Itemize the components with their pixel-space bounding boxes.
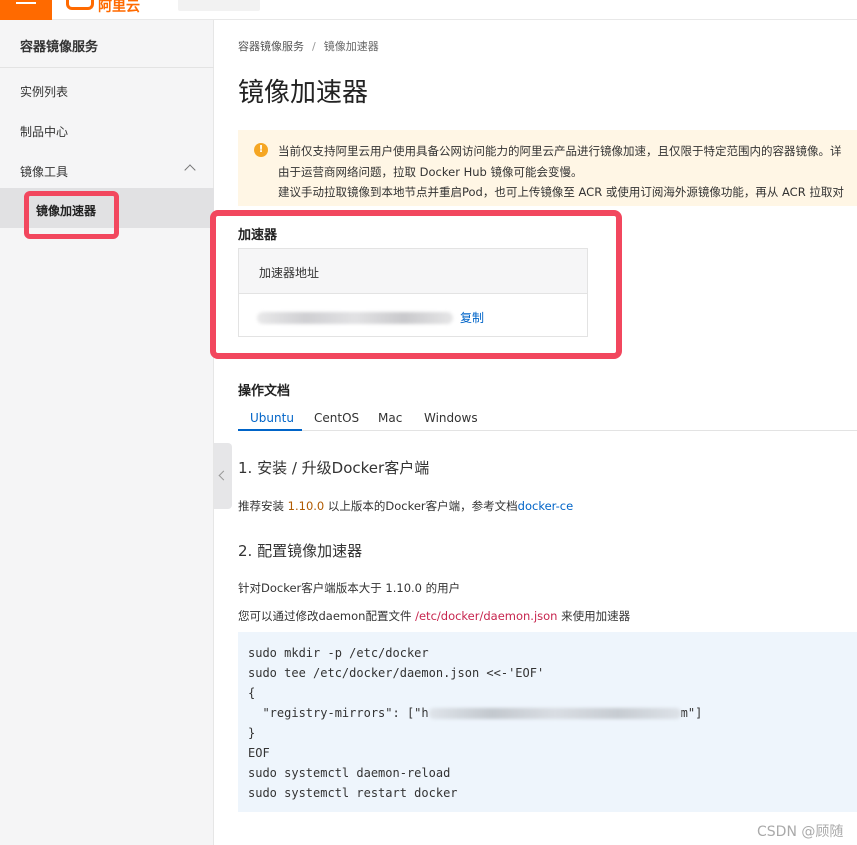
daemon-json-path: /etc/docker/daemon.json bbox=[415, 609, 558, 623]
step2-heading: 2. 配置镜像加速器 bbox=[238, 542, 363, 560]
watermark: CSDN @顾随 bbox=[757, 824, 844, 840]
code-block[interactable]: sudo mkdir -p /etc/docker sudo tee /etc/… bbox=[238, 632, 857, 812]
sidebar-divider bbox=[0, 67, 214, 68]
step2-line1: 针对Docker客户端版本大于 1.10.0 的用户 bbox=[238, 581, 461, 595]
sidebar-item-artifact-center[interactable]: 制品中心 bbox=[20, 123, 68, 140]
code-line-suffix: m"] bbox=[680, 706, 703, 720]
notice-line: 当前仅支持阿里云用户使用具备公网访问能力的阿里云产品进行镜像加速，且仅限于特定范… bbox=[278, 144, 842, 158]
hamburger-menu-button[interactable] bbox=[0, 0, 52, 20]
docs-section-title: 操作文档 bbox=[238, 384, 291, 399]
sidebar-item-image-tools[interactable]: 镜像工具 bbox=[20, 163, 68, 180]
step1-heading: 1. 安装 / 升级Docker客户端 bbox=[238, 459, 430, 477]
breadcrumb-separator: / bbox=[312, 40, 316, 53]
code-line: } bbox=[248, 726, 256, 740]
sidebar-title: 容器镜像服务 bbox=[20, 40, 99, 55]
page-title: 镜像加速器 bbox=[238, 78, 369, 108]
highlight-box-accelerator bbox=[210, 210, 622, 359]
logo-text: 阿里云 bbox=[98, 0, 140, 15]
notice-line: 由于运营商网络问题，拉取 Docker Hub 镜像可能会变慢。 bbox=[278, 165, 583, 179]
top-bar: 阿里云 bbox=[0, 0, 857, 20]
step2-line2: 您可以通过修改daemon配置文件 /etc/docker/daemon.jso… bbox=[238, 608, 630, 624]
code-line: sudo mkdir -p /etc/docker bbox=[248, 646, 429, 660]
step1-text: 推荐安装 1.10.0 以上版本的Docker客户端，参考文档docker-ce bbox=[238, 498, 573, 514]
os-tabs: Ubuntu CentOS Mac Windows bbox=[238, 404, 857, 431]
chevron-up-icon[interactable] bbox=[184, 164, 196, 176]
notice-line: 建议手动拉取镜像到本地节点并重启Pod，也可上传镜像至 ACR 或使用订阅海外源… bbox=[278, 185, 844, 199]
sidebar: 容器镜像服务 实例列表 制品中心 镜像工具 镜像加速器 bbox=[0, 20, 214, 845]
mirror-url-redacted bbox=[428, 708, 681, 719]
aliyun-logo[interactable]: 阿里云 bbox=[66, 0, 140, 15]
sidebar-collapse-handle[interactable] bbox=[214, 443, 232, 509]
tab-mac[interactable]: Mac bbox=[378, 411, 402, 425]
breadcrumb-root[interactable]: 容器镜像服务 bbox=[238, 40, 304, 53]
step2-line2-before: 您可以通过修改daemon配置文件 bbox=[238, 609, 416, 623]
notice-banner: ! 当前仅支持阿里云用户使用具备公网访问能力的阿里云产品进行镜像加速，且仅限于特… bbox=[238, 130, 857, 206]
breadcrumb-current: 镜像加速器 bbox=[323, 40, 379, 53]
step1-text-before: 推荐安装 bbox=[238, 499, 288, 513]
code-line: sudo systemctl daemon-reload bbox=[248, 766, 451, 780]
chevron-left-icon bbox=[218, 470, 229, 481]
code-line: sudo tee /etc/docker/daemon.json <<-'EOF… bbox=[248, 666, 545, 680]
tab-ubuntu[interactable]: Ubuntu bbox=[250, 411, 294, 425]
code-line-prefix: "registry-mirrors": ["h bbox=[248, 706, 429, 720]
tab-centos[interactable]: CentOS bbox=[314, 411, 359, 425]
version-number: 1.10.0 bbox=[287, 499, 325, 513]
code-line-registry-mirrors: "registry-mirrors": ["h m"] bbox=[248, 706, 702, 720]
code-line: sudo systemctl restart docker bbox=[248, 786, 458, 800]
step1-text-after: 以上版本的Docker客户端，参考文档 bbox=[324, 499, 518, 513]
code-line: { bbox=[248, 686, 256, 700]
code-line: EOF bbox=[248, 746, 270, 760]
warning-icon: ! bbox=[254, 143, 268, 157]
sidebar-item-instance-list[interactable]: 实例列表 bbox=[20, 83, 68, 100]
aliyun-logo-icon bbox=[66, 0, 94, 10]
step2-line2-after: 来使用加速器 bbox=[557, 609, 631, 623]
breadcrumb: 容器镜像服务 / 镜像加速器 bbox=[238, 38, 379, 54]
docker-ce-link[interactable]: docker-ce bbox=[518, 499, 574, 513]
active-tab-indicator bbox=[238, 429, 302, 431]
tab-windows[interactable]: Windows bbox=[424, 411, 478, 425]
top-search-input[interactable] bbox=[178, 0, 260, 11]
highlight-box-sidebar bbox=[24, 191, 119, 239]
